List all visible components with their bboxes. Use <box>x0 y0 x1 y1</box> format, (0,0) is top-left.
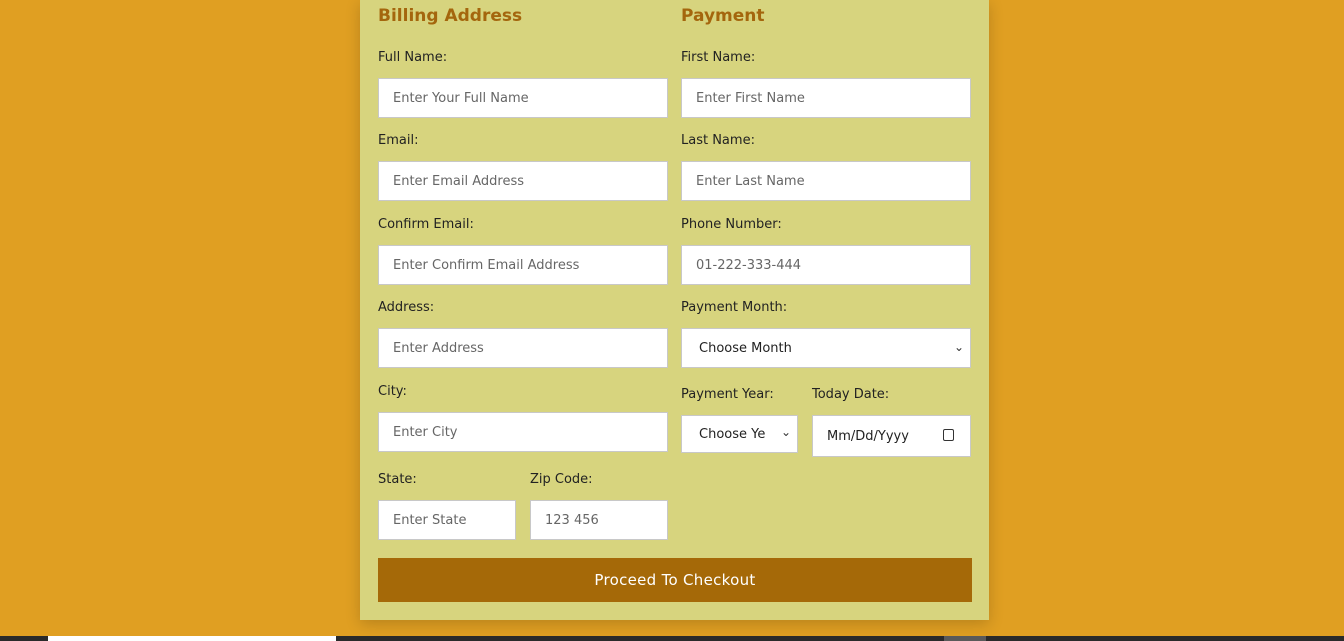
payment-heading: Payment <box>681 6 765 26</box>
phone-number-label: Phone Number: <box>681 217 782 232</box>
proceed-to-checkout-button[interactable]: Proceed To Checkout <box>378 558 972 602</box>
chevron-down-icon: ⌄ <box>951 340 964 354</box>
phone-number-input[interactable]: 01-222-333-444 <box>681 245 971 285</box>
payment-year-value: Choose Ye <box>699 426 766 442</box>
last-name-input[interactable]: Enter Last Name <box>681 161 971 201</box>
state-label: State: <box>378 472 417 487</box>
email-input[interactable]: Enter Email Address <box>378 161 668 201</box>
address-input[interactable]: Enter Address <box>378 328 668 368</box>
confirm-email-input[interactable]: Enter Confirm Email Address <box>378 245 668 285</box>
taskbar-item[interactable] <box>48 636 336 641</box>
city-label: City: <box>378 384 407 399</box>
state-input[interactable]: Enter State <box>378 500 516 540</box>
payment-year-select[interactable]: Choose Ye ⌄ <box>681 415 798 453</box>
first-name-input[interactable]: Enter First Name <box>681 78 971 118</box>
full-name-label: Full Name: <box>378 50 448 65</box>
today-date-value: Mm/Dd/Yyyy <box>827 428 909 444</box>
first-name-label: First Name: <box>681 50 756 65</box>
confirm-email-label: Confirm Email: <box>378 217 474 232</box>
checkout-form: Billing Address Full Name: Enter Your Fu… <box>360 0 989 620</box>
taskbar <box>0 636 1344 641</box>
zip-code-input[interactable]: 123 456 <box>530 500 668 540</box>
full-name-input[interactable]: Enter Your Full Name <box>378 78 668 118</box>
today-date-label: Today Date: <box>812 387 890 402</box>
payment-year-label: Payment Year: <box>681 387 774 402</box>
email-label: Email: <box>378 133 419 148</box>
city-input[interactable]: Enter City <box>378 412 668 452</box>
chevron-down-icon: ⌄ <box>778 425 791 439</box>
payment-month-value: Choose Month <box>699 340 792 356</box>
payment-month-label: Payment Month: <box>681 300 788 315</box>
last-name-label: Last Name: <box>681 133 755 148</box>
calendar-icon[interactable] <box>943 429 954 441</box>
zip-code-label: Zip Code: <box>530 472 593 487</box>
billing-heading: Billing Address <box>378 6 523 26</box>
address-label: Address: <box>378 300 435 315</box>
payment-month-select[interactable]: Choose Month ⌄ <box>681 328 971 368</box>
taskbar-item[interactable] <box>944 636 986 641</box>
today-date-input[interactable]: Mm/Dd/Yyyy <box>812 415 971 457</box>
